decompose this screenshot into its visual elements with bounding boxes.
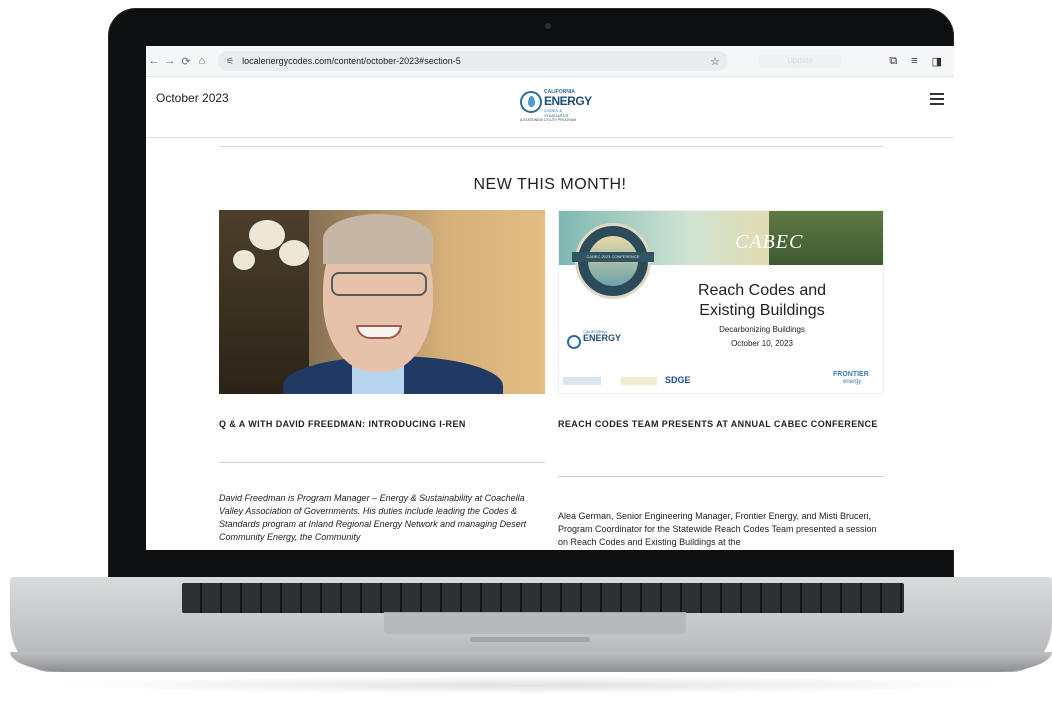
frontier-logo-sub: energy — [843, 379, 862, 385]
laptop-shadow — [40, 676, 1020, 694]
article-title-freedman[interactable]: Q & A WITH DAVID FREEDMAN: INTRODUCING I… — [219, 418, 539, 431]
frontier-logo: FRONTIER — [833, 371, 869, 378]
divider — [219, 462, 545, 463]
logo-line-2: ENERGY — [544, 94, 592, 108]
article-body-cabec: Alea German, Senior Engineering Manager,… — [558, 511, 877, 547]
webcam-icon — [545, 23, 551, 29]
issue-label[interactable]: October 2023 — [156, 91, 229, 105]
flyer-date: October 10, 2023 — [731, 339, 793, 348]
laptop-screen: ← → ⟳ ⌂ ⚟ localenergycodes.com/content/o… — [146, 46, 954, 550]
flyer-subheading: Decarbonizing Buildings — [719, 325, 805, 334]
media-controls-icon[interactable]: ≡ — [911, 55, 917, 68]
article-body-freedman: David Freedman is Program Manager – Ener… — [219, 493, 527, 542]
divider — [558, 476, 884, 477]
site-header: October 2023 CALIFORNIA ENERGY CODES & S… — [146, 77, 954, 138]
divider — [219, 146, 883, 147]
forward-icon[interactable]: → — [162, 55, 178, 67]
laptop-base-edge — [10, 652, 1052, 672]
cabec-flyer-image[interactable]: CABEC CABEC 2023 CONFERENCE Reach Codes … — [558, 210, 884, 394]
sdge-logo: SDGE — [665, 375, 691, 385]
laptop-keyboard — [182, 583, 904, 613]
logo-line-4: A STATEWIDE UTILITY PROGRAM — [520, 118, 577, 122]
logo-line-3: CODES & STANDARDS — [544, 108, 569, 118]
reload-icon[interactable]: ⟳ — [178, 55, 194, 68]
flyer-heading: Reach Codes and Existing Buildings — [639, 281, 883, 321]
badge-ribbon-text: CABEC 2023 CONFERENCE — [572, 252, 654, 262]
laptop-trackpad — [384, 612, 686, 634]
section-title: NEW THIS MONTH! — [473, 176, 627, 193]
energy-drop-icon — [520, 91, 542, 113]
cabec-brand: CABEC — [735, 231, 804, 253]
hamburger-menu-icon[interactable] — [930, 93, 944, 108]
home-icon[interactable]: ⌂ — [194, 55, 210, 67]
flyer-heading-line-1: Reach Codes and — [697, 282, 827, 299]
sponsor-logos: SDGE FRONTIER energy — [563, 371, 883, 389]
address-url: localenergycodes.com/content/october-202… — [242, 56, 461, 66]
laptop-notch — [470, 637, 590, 642]
california-energy-logo[interactable]: CALIFORNIA ENERGY CODES & STANDARDS A ST… — [520, 87, 592, 123]
update-pill[interactable]: Update — [758, 54, 842, 68]
browser-toolbar: ← → ⟳ ⌂ ⚟ localenergycodes.com/content/o… — [146, 46, 954, 77]
flyer-logo-main: ENERGY — [583, 333, 622, 343]
flyer-heading-line-2: Existing Buildings — [699, 302, 825, 319]
site-settings-icon[interactable]: ⚟ — [226, 56, 234, 67]
address-bar[interactable]: ⚟ localenergycodes.com/content/october-2… — [218, 51, 728, 71]
extensions-icon[interactable]: ⧉ — [889, 55, 897, 68]
flyer-energy-logo: CALIFORNIA ENERGY — [567, 329, 625, 363]
bookmark-star-icon[interactable]: ☆ — [710, 55, 720, 68]
side-panel-icon[interactable]: ◨ — [932, 55, 942, 68]
back-icon[interactable]: ← — [146, 55, 162, 67]
david-freedman-photo[interactable] — [219, 210, 545, 394]
article-title-cabec[interactable]: REACH CODES TEAM PRESENTS AT ANNUAL CABE… — [558, 418, 878, 431]
